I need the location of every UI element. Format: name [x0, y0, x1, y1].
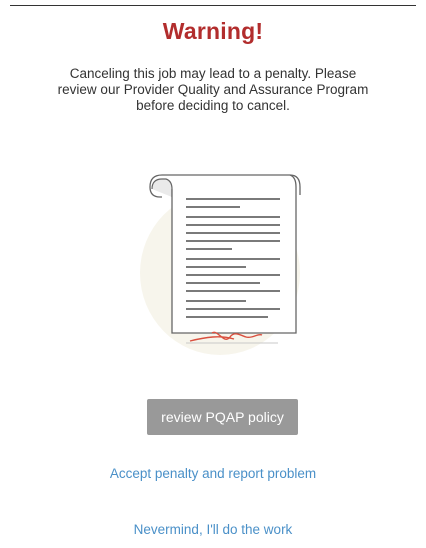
nevermind-link[interactable]: Nevermind, I'll do the work [0, 522, 426, 537]
cancel-warning-screen: Warning! Canceling this job may lead to … [0, 0, 426, 548]
accept-penalty-link[interactable]: Accept penalty and report problem [0, 466, 426, 481]
top-divider [10, 5, 416, 6]
warning-message: Canceling this job may lead to a penalty… [57, 66, 369, 113]
document-scroll-icon [140, 174, 301, 355]
warning-title: Warning! [162, 18, 264, 44]
review-pqap-policy-button[interactable]: review PQAP policy [147, 399, 298, 435]
